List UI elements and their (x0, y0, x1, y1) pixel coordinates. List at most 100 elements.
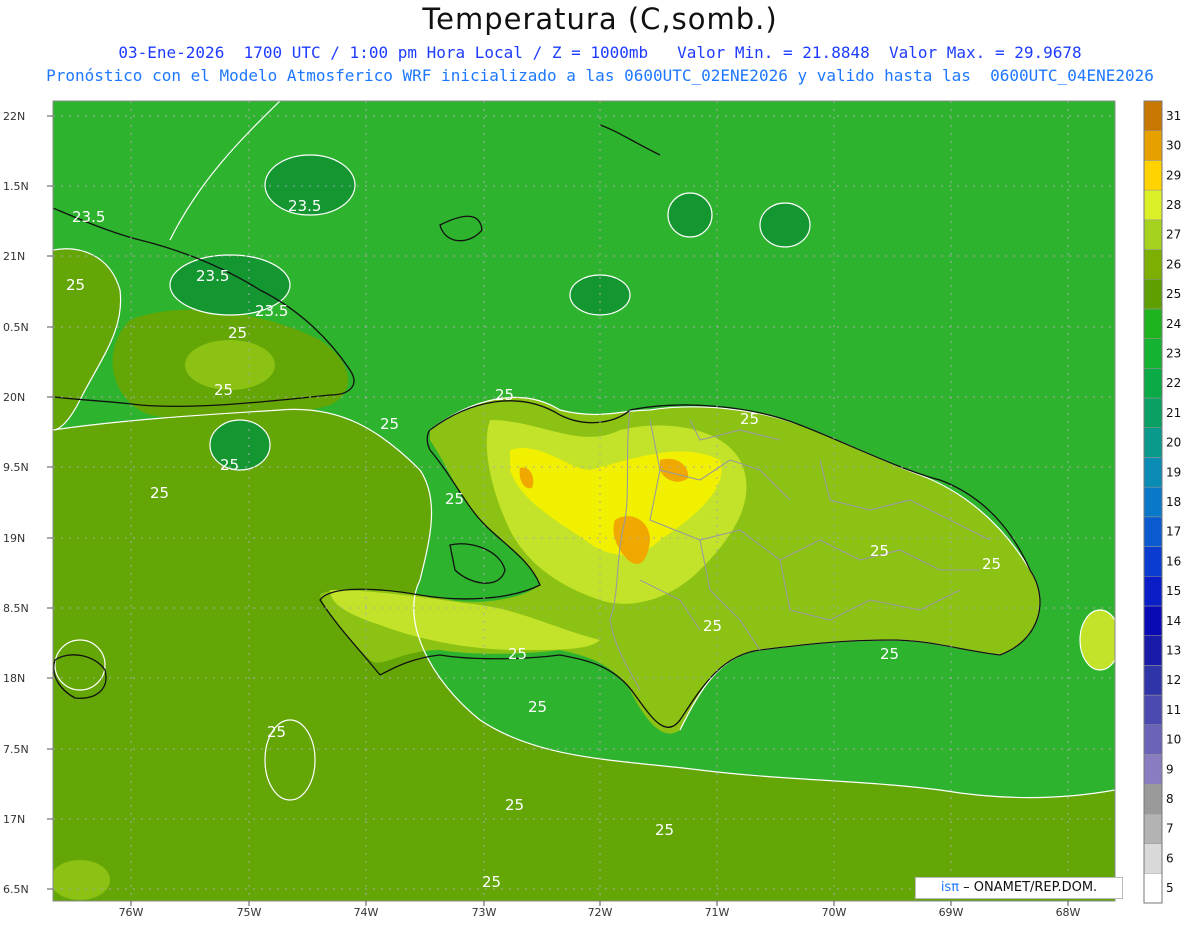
contour-label: 25 (220, 456, 239, 474)
colorbar-label: 7 (1166, 822, 1174, 836)
contour-label: 25 (380, 415, 399, 433)
contour-label: 25 (508, 645, 527, 663)
colorbar-label: 25 (1166, 287, 1181, 301)
colorbar-swatch (1143, 338, 1163, 369)
lon-label: 71W (705, 906, 730, 919)
lat-label: 9.5N (3, 461, 29, 474)
colorbar-swatch (1143, 546, 1163, 577)
contour-label: 25 (214, 381, 233, 399)
colorbar-swatch (1143, 130, 1163, 161)
contour-label: 25 (982, 555, 1001, 573)
colorbar-swatch (1143, 724, 1163, 755)
colorbar-swatch (1143, 249, 1163, 280)
lon-label: 70W (822, 906, 847, 919)
lon-label: 73W (472, 906, 497, 919)
contour-label: 25 (880, 645, 899, 663)
colorbar-label: 8 (1166, 792, 1174, 806)
colorbar-label: 12 (1166, 673, 1181, 687)
contour-label: 25 (655, 821, 674, 839)
colorbar-swatch (1143, 100, 1163, 131)
colorbar-swatch (1143, 397, 1163, 428)
colorbar-label: 14 (1166, 614, 1181, 628)
colorbar-swatch (1143, 189, 1163, 221)
contour-label: 25 (495, 386, 514, 404)
colorbar-label: 10 (1166, 733, 1181, 747)
contour-label: 23.5 (72, 208, 105, 226)
colorbar-swatch (1143, 783, 1163, 815)
colorbar-label: 18 (1166, 495, 1181, 509)
colorbar-label: 27 (1166, 228, 1181, 242)
colorbar-swatch (1143, 843, 1163, 874)
colorbar-label: 6 (1166, 851, 1174, 865)
colorbar-label: 15 (1166, 584, 1181, 598)
contour-label: 23.5 (255, 302, 288, 320)
lat-label: 17N (3, 813, 25, 826)
contour-label: 25 (528, 698, 547, 716)
contour-label: 25 (870, 542, 889, 560)
lat-label: 8.5N (3, 602, 29, 615)
colorbar-label: 28 (1166, 198, 1181, 212)
contour-label: 23.5 (196, 267, 229, 285)
colorbar-swatch (1143, 516, 1163, 547)
colorbar-label: 17 (1166, 525, 1181, 539)
isp-logo: isπ (940, 880, 960, 895)
lat-label: 21N (3, 250, 25, 263)
colorbar-label: 31 (1166, 109, 1181, 123)
temperature-map: 23.5 23.5 23.5 23.5 25 25 25 25 25 25 25… (3, 100, 1181, 919)
contour-label: 25 (228, 324, 247, 342)
colorbar-label: 11 (1166, 703, 1181, 717)
lon-label: 75W (237, 906, 262, 919)
colorbar-swatch (1143, 427, 1163, 458)
colorbar-label: 24 (1166, 317, 1181, 331)
warm-patch (53, 860, 110, 900)
lat-label: 0.5N (3, 321, 29, 334)
colorbar-label: 26 (1166, 257, 1181, 271)
colorbar-label: 23 (1166, 346, 1181, 360)
lat-label: 1.5N (3, 180, 29, 193)
contour-label: 25 (445, 490, 464, 508)
colorbar-swatch (1143, 754, 1163, 785)
lat-label: 7.5N (3, 743, 29, 756)
lon-label: 68W (1056, 906, 1081, 919)
colorbar-swatch (1143, 457, 1163, 488)
colorbar-swatch (1143, 219, 1163, 250)
colorbar-swatch (1143, 665, 1163, 696)
colorbar-swatch (1143, 635, 1163, 666)
contour-label: 25 (740, 410, 759, 428)
colorbar-label: 19 (1166, 465, 1181, 479)
colorbar-swatch (1143, 368, 1163, 399)
shaded-field: 23.5 23.5 23.5 23.5 25 25 25 25 25 25 25… (53, 101, 1115, 901)
contour-label: 25 (267, 723, 286, 741)
lat-label: 22N (3, 110, 25, 123)
lat-label: 6.5N (3, 883, 29, 896)
colorbar-label: 5 (1166, 881, 1174, 895)
colorbar-label: 20 (1166, 436, 1181, 450)
contour-label: 25 (703, 617, 722, 635)
credit-text: – ONAMET/REP.DOM. (959, 880, 1098, 895)
colorbar-label: 9 (1166, 762, 1174, 776)
contour-label: 25 (482, 873, 501, 891)
colorbar-label: 21 (1166, 406, 1181, 420)
colorbar-legend: 5 6 7 8 9 10 11 12 13 14 15 16 17 18 19 20 21 22 23 24 25 26 2… (1143, 100, 1181, 904)
colorbar-swatch (1143, 576, 1163, 607)
lon-label: 76W (119, 906, 144, 919)
longitude-axis: 76W 75W 74W 73W 72W 71W 70W 69W 68W (119, 901, 1081, 919)
contour-label: 25 (66, 276, 85, 294)
colorbar-swatch (1143, 278, 1163, 310)
colorbar-swatch (1143, 694, 1163, 726)
lat-label: 18N (3, 672, 25, 685)
lat-label: 19N (3, 532, 25, 545)
colorbar-label: 13 (1166, 644, 1181, 658)
colorbar-swatch (1143, 308, 1163, 339)
colorbar-swatch (1143, 486, 1163, 518)
colorbar-swatch (1143, 605, 1163, 636)
lon-label: 74W (354, 906, 379, 919)
colorbar-swatch (1143, 873, 1163, 904)
colorbar-label: 29 (1166, 168, 1181, 182)
latitude-axis: 22N 1.5N 21N 0.5N 20N 9.5N 19N 8.5N 18N … (3, 110, 53, 896)
colorbar-label: 22 (1166, 376, 1181, 390)
colorbar-swatch (1143, 160, 1163, 191)
lat-label: 20N (3, 391, 25, 404)
contour-label: 25 (150, 484, 169, 502)
lon-label: 69W (939, 906, 964, 919)
